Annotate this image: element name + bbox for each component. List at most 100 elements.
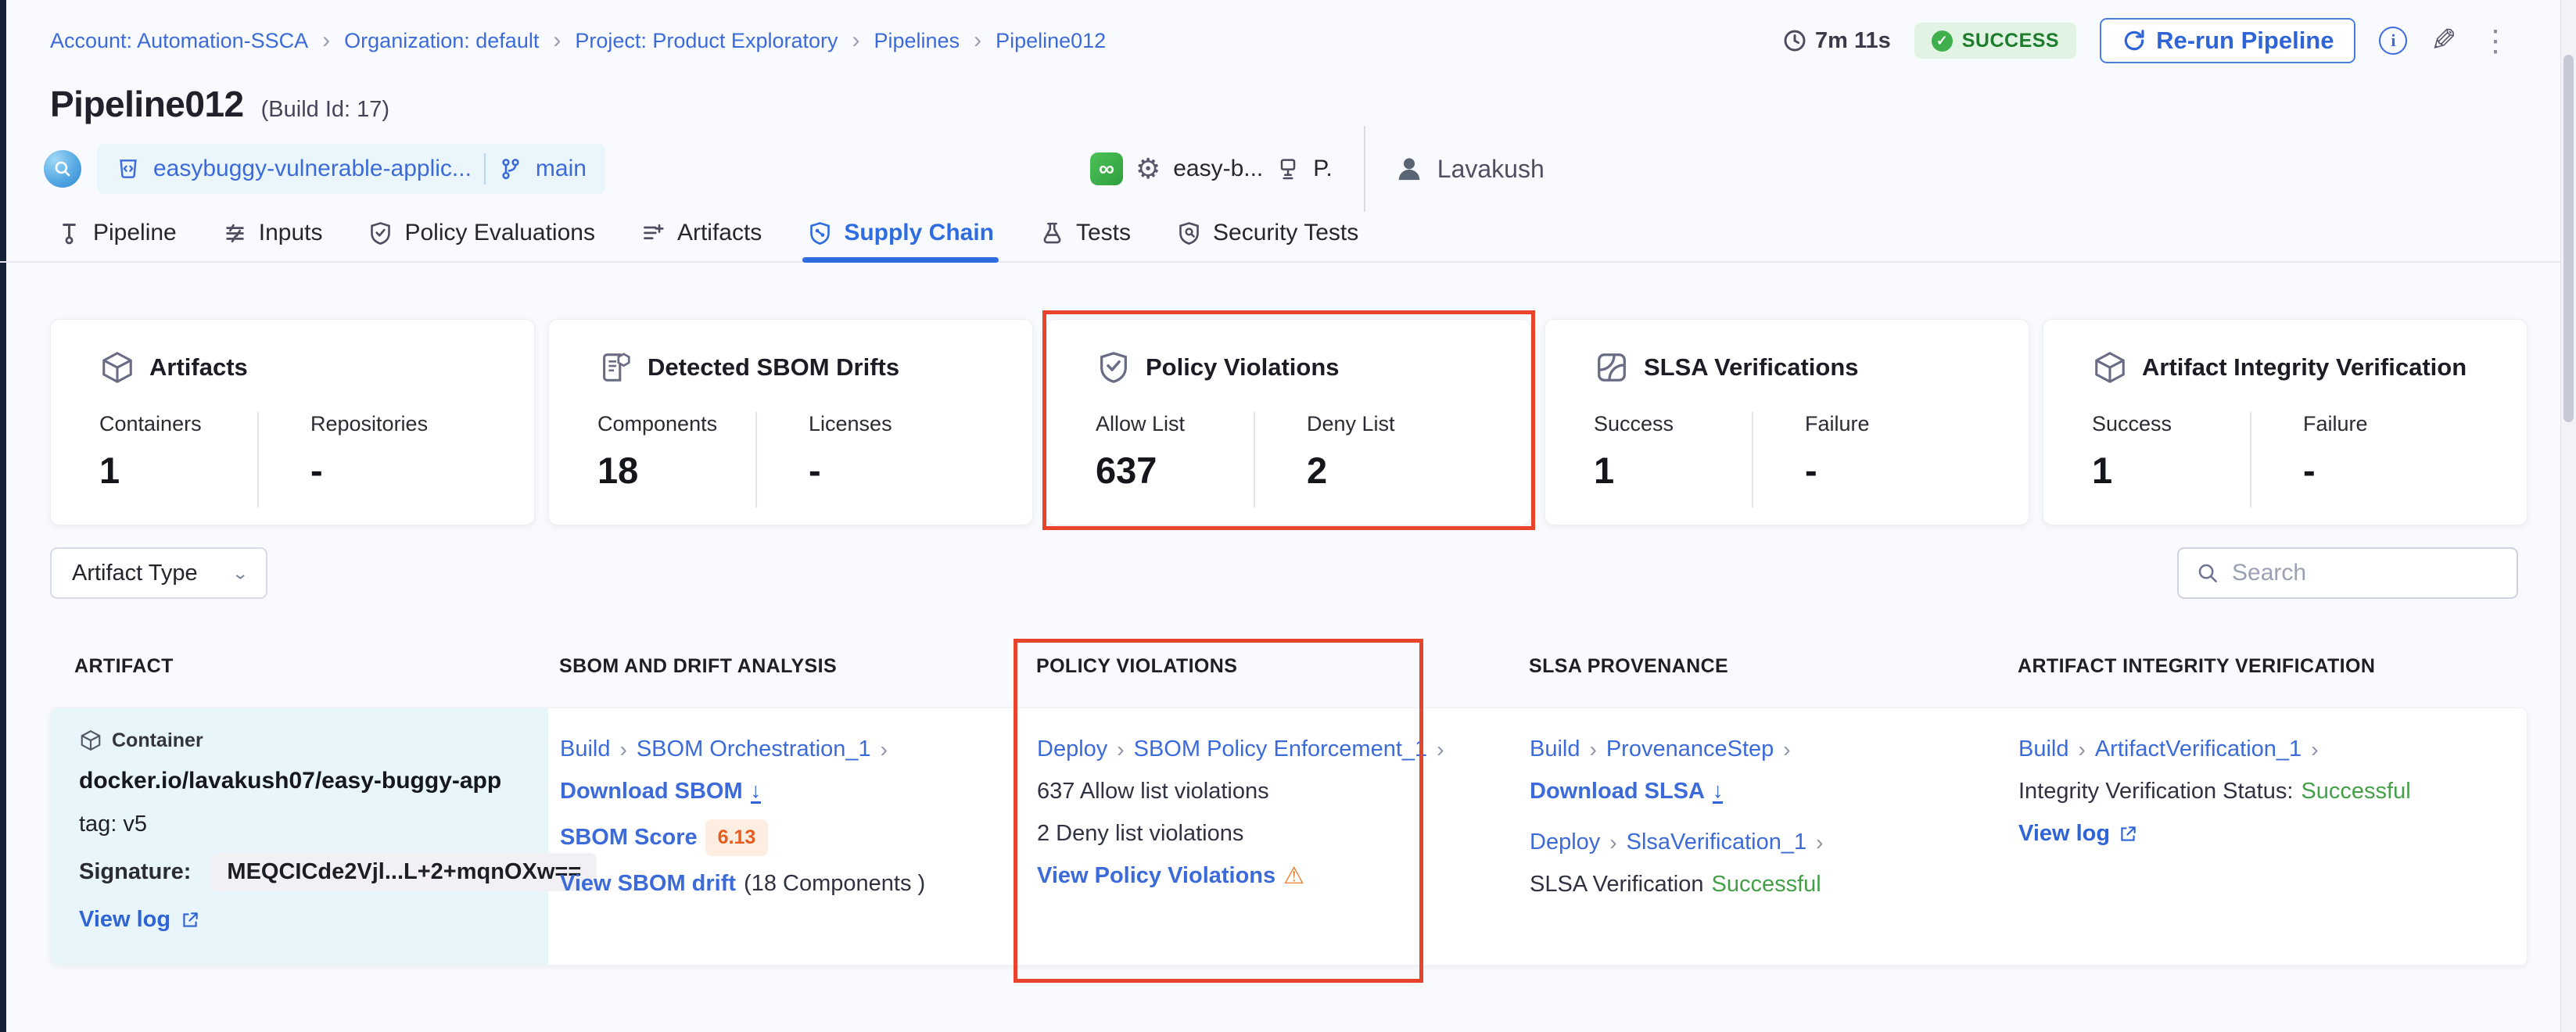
step-link[interactable]: ArtifactVerification_1 <box>2095 735 2302 764</box>
policy-violations-cell: Deploy SBOM Policy Enforcement_1 637 All… <box>1025 708 1518 965</box>
stat-value: - <box>310 449 428 492</box>
column-policy-violations: POLICY VIOLATIONS <box>1024 655 1517 678</box>
card-sbom-drifts: Detected SBOM Drifts Components18 Licens… <box>548 319 1033 525</box>
step-link[interactable]: SlsaVerification_1 <box>1627 828 1807 857</box>
artifacts-list-icon <box>640 220 666 246</box>
stat-value: 2 <box>1307 449 1395 492</box>
chevron-right-icon <box>879 735 889 764</box>
magnifier-glyph <box>52 159 73 179</box>
artifact-type-chip: Container <box>79 729 533 752</box>
repo-link[interactable]: easybuggy-vulnerable-applic... <box>153 156 472 182</box>
title-row: Pipeline012 (Build Id: 17) <box>50 83 389 125</box>
view-sbom-drift-link[interactable]: View SBOM drift <box>560 869 736 898</box>
stage-link[interactable]: Deploy <box>1530 828 1600 857</box>
duration-text: 7m 11s <box>1815 28 1891 54</box>
summary-cards: Artifacts Containers 1 Repositories - Dete… <box>50 319 2528 525</box>
column-slsa-provenance: SLSA PROVENANCE <box>1517 655 2006 678</box>
view-log-link[interactable]: View log <box>2018 819 2110 848</box>
stat-label: Containers <box>99 412 257 436</box>
stat-label: Licenses <box>809 412 892 436</box>
scrollbar-thumb[interactable] <box>2563 55 2574 422</box>
chevron-right-icon <box>852 29 860 52</box>
stat-value: - <box>2303 449 2368 492</box>
table-header: ARTIFACT SBOM AND DRIFT ANALYSIS POLICY … <box>50 655 2528 678</box>
tab-label: Inputs <box>259 220 323 246</box>
cube-icon <box>79 729 102 752</box>
card-title: Artifact Integrity Verification <box>2142 353 2467 382</box>
stat-label: Repositories <box>310 412 428 436</box>
card-title: SLSA Verifications <box>1644 353 1859 382</box>
stage-link[interactable]: Build <box>2018 735 2069 764</box>
view-log-link[interactable]: View log <box>79 907 170 933</box>
tab-policy-evaluations[interactable]: Policy Evaluations <box>368 205 594 261</box>
edit-pencil-icon[interactable] <box>2431 23 2457 59</box>
cube-icon <box>99 349 135 385</box>
table-row: Container docker.io/lavakush07/easy-bugg… <box>50 708 2528 966</box>
clock-icon <box>1782 28 1807 53</box>
infrastructure-icon <box>1275 156 1301 181</box>
sbom-score-link[interactable]: SBOM Score <box>560 823 698 852</box>
stat-value: - <box>809 449 892 492</box>
tab-artifacts[interactable]: Artifacts <box>640 205 762 261</box>
stat-label: Deny List <box>1307 412 1395 436</box>
info-icon[interactable]: i <box>2379 27 2407 55</box>
search-box <box>2177 547 2518 599</box>
chevron-right-icon <box>553 29 561 52</box>
search-icon <box>2196 561 2219 585</box>
stage-link[interactable]: Deploy <box>1037 735 1107 764</box>
execution-context: ∞ easy-b... P. <box>1090 152 1333 185</box>
rerun-pipeline-button[interactable]: Re-run Pipeline <box>2100 18 2355 63</box>
stat-value: 1 <box>2092 449 2250 492</box>
pill-divider <box>484 153 486 185</box>
chevron-right-icon <box>1435 735 1445 764</box>
chevron-right-icon <box>1814 828 1824 857</box>
vertical-scrollbar[interactable] <box>2560 0 2576 1032</box>
chevron-right-icon <box>619 735 629 764</box>
chevron-right-icon <box>974 29 981 52</box>
download-slsa-link[interactable]: Download SLSA <box>1530 777 1705 806</box>
column-integrity-verification: ARTIFACT INTEGRITY VERIFICATION <box>2006 655 2528 678</box>
tab-inputs[interactable]: Inputs <box>222 205 323 261</box>
step-link[interactable]: SBOM Orchestration_1 <box>637 735 871 764</box>
signature-row: Signature: MEQCICde2Vjl...L+2+mqnOXw== <box>79 853 533 891</box>
step-link[interactable]: ProvenanceStep <box>1606 735 1774 764</box>
stat-value: 637 <box>1096 449 1254 492</box>
stat-value: 1 <box>1594 449 1752 492</box>
view-policy-violations-link[interactable]: View Policy Violations <box>1037 862 1275 890</box>
breadcrumb-project[interactable]: Project: Product Exploratory <box>575 29 838 53</box>
service-name: easy-b... <box>1173 156 1263 182</box>
allow-list-violations: 637 Allow list violations <box>1037 777 1269 806</box>
ci-module-icon: ∞ <box>1090 152 1123 185</box>
download-sbom-link[interactable]: Download SBOM <box>560 777 743 806</box>
breadcrumb-account[interactable]: Account: Automation-SSCA <box>50 29 308 53</box>
user-name: Lavakush <box>1437 155 1545 184</box>
tab-tests[interactable]: Tests <box>1039 205 1131 261</box>
integrity-status-value: Successful <box>2301 777 2410 806</box>
tab-security-tests[interactable]: Security Tests <box>1176 205 1358 261</box>
breadcrumb-pipelines[interactable]: Pipelines <box>874 29 960 53</box>
tab-supply-chain[interactable]: Supply Chain <box>807 205 994 261</box>
stage-link[interactable]: Build <box>1530 735 1580 764</box>
repository-icon <box>116 156 141 181</box>
shield-check-icon <box>1096 349 1132 385</box>
flask-icon <box>1039 220 1065 246</box>
external-link-icon <box>2118 824 2138 844</box>
search-input[interactable] <box>2232 560 2499 586</box>
stage-link[interactable]: Build <box>560 735 611 764</box>
artifact-tag: tag: v5 <box>79 812 533 837</box>
refresh-icon <box>2122 28 2147 53</box>
stat-label: Success <box>1594 412 1752 436</box>
card-title: Artifacts <box>149 353 248 382</box>
card-title: Policy Violations <box>1146 353 1340 382</box>
breadcrumb-pipeline012[interactable]: Pipeline012 <box>996 29 1106 53</box>
column-artifact: ARTIFACT <box>50 655 547 678</box>
rerun-label: Re-run Pipeline <box>2156 27 2334 55</box>
kebab-menu-icon[interactable] <box>2481 23 2510 59</box>
step-link[interactable]: SBOM Policy Enforcement_1 <box>1134 735 1428 764</box>
breadcrumb-organization[interactable]: Organization: default <box>344 29 539 53</box>
branch-link[interactable]: main <box>536 156 587 182</box>
tab-label: Artifacts <box>677 220 762 246</box>
stat-label: Failure <box>2303 412 2368 436</box>
artifact-type-select[interactable]: Artifact Type <box>50 547 267 599</box>
tab-pipeline[interactable]: Pipeline <box>56 205 177 261</box>
